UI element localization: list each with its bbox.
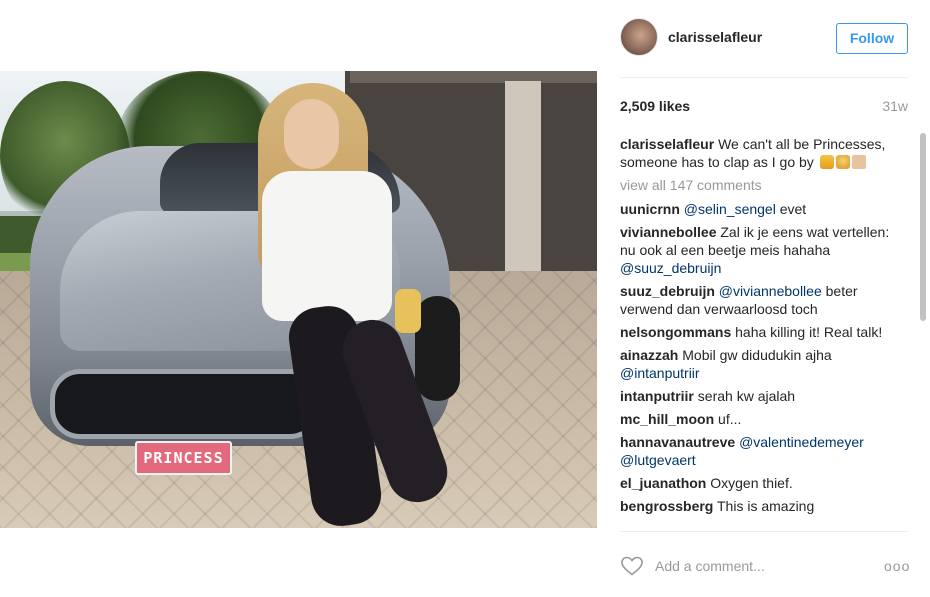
post-side-panel: clarisselafleur Follow 2,509 likes 31w c… (597, 0, 930, 597)
comment-text: haha killing it! Real talk! (735, 324, 883, 340)
comment-username[interactable]: bengrossberg (620, 498, 713, 514)
comment-text: evet (775, 201, 807, 217)
footer-divider (620, 531, 908, 532)
photo-car-grille (50, 369, 320, 439)
comment: viviannebollee Zal ik je eens wat vertel… (620, 223, 902, 277)
photo-car-tire (415, 296, 460, 401)
add-comment-bar: Add a comment... ooo (620, 548, 910, 584)
post-header: clarisselafleur Follow (620, 18, 910, 58)
comment: mc_hill_moon uf... (620, 410, 902, 428)
comments-scrollbar[interactable] (920, 133, 926, 528)
scrollbar-thumb[interactable] (920, 133, 926, 321)
comment: suuz_debruijn @viviannebollee beter verw… (620, 282, 902, 318)
caption: clarisselafleur We can't all be Princess… (620, 135, 902, 171)
view-all-comments-link[interactable]: view all 147 comments (620, 176, 917, 194)
post-username[interactable]: clarisselafleur (668, 29, 762, 45)
header-divider (620, 77, 908, 78)
comment: hannavanautreve @valentinedemeyer @lutge… (620, 433, 902, 469)
more-options-icon[interactable]: ooo (884, 558, 910, 574)
comments-list: clarisselafleur We can't all be Princess… (620, 135, 917, 531)
comment: el_juanathon Oxygen thief. (620, 474, 902, 492)
photo-person-top (262, 171, 392, 321)
photo-car-headlight (395, 289, 421, 333)
comment-mention[interactable]: @lutgevaert (620, 452, 696, 468)
post-age[interactable]: 31w (882, 98, 908, 114)
photo-garage-roof (350, 71, 597, 83)
comment: ainazzah Mobil gw didudukin ajha @intanp… (620, 346, 902, 382)
comment-mention[interactable]: @suuz_debruijn (620, 260, 721, 276)
comment-username[interactable]: mc_hill_moon (620, 411, 714, 427)
caption-username[interactable]: clarisselafleur (620, 136, 714, 152)
comment-text: serah kw ajalah (697, 388, 796, 404)
princess-emoji-icon (835, 155, 850, 169)
crown-emoji-icon (819, 155, 834, 169)
follow-button[interactable]: Follow (836, 23, 908, 54)
comment: nelsongommans haha killing it! Real talk… (620, 323, 902, 341)
comment-input[interactable]: Add a comment... (655, 558, 765, 574)
comment-username[interactable]: intanputriir (620, 388, 694, 404)
comment-mention[interactable]: @intanputriir (620, 365, 700, 381)
comment-mention[interactable]: @selin_sengel (684, 201, 776, 217)
comment-username[interactable]: suuz_debruijn (620, 283, 715, 299)
comment-username[interactable]: hannavanautreve (620, 434, 735, 450)
comment-mention[interactable]: @valentinedemeyer (739, 434, 864, 450)
likes-count[interactable]: 2,509 likes (620, 98, 690, 114)
comment-text: This is amazing (717, 498, 815, 514)
post-photo[interactable]: PRINCESS (0, 71, 597, 528)
user-avatar[interactable] (620, 18, 658, 56)
comment-username[interactable]: ainazzah (620, 347, 678, 363)
comment-username[interactable]: viviannebollee (620, 224, 716, 240)
heart-icon[interactable] (620, 554, 644, 578)
comment-username[interactable]: nelsongommans (620, 324, 731, 340)
comment-text: Mobil gw didudukin ajha (682, 347, 832, 363)
photo-person-face (284, 99, 339, 169)
comment-text: Oxygen thief. (710, 475, 793, 491)
comment: uunicrnn @selin_sengel evet (620, 200, 902, 218)
comment-username[interactable]: uunicrnn (620, 201, 680, 217)
clap-emoji-icon (851, 155, 866, 169)
comment-username[interactable]: el_juanathon (620, 475, 706, 491)
comment-text: uf... (718, 411, 742, 427)
license-plate: PRINCESS (135, 441, 232, 475)
comment: intanputriir serah kw ajalah (620, 387, 902, 405)
comment: bengrossberg This is amazing (620, 497, 902, 515)
comment-mention[interactable]: @viviannebollee (719, 283, 822, 299)
